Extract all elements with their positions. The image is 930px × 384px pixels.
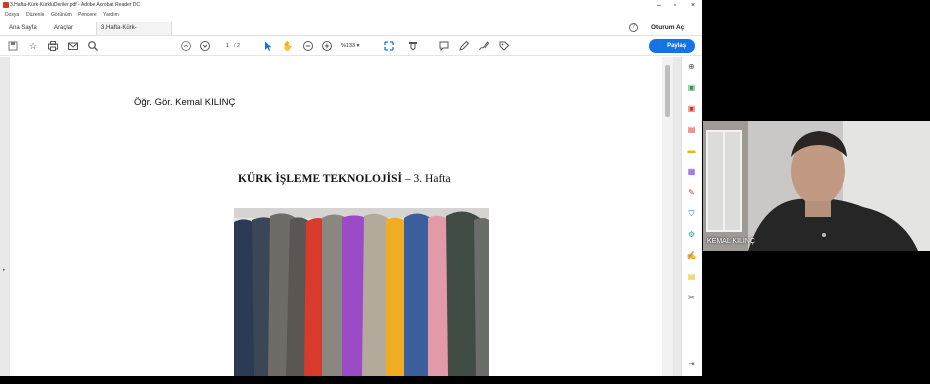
- minimize-button[interactable]: –: [652, 0, 666, 11]
- print-icon[interactable]: [47, 40, 59, 52]
- toolbar: ☆ 1 / 2 ✋ %133 ▾: [0, 36, 702, 56]
- share-user-icon: 👤: [657, 43, 666, 49]
- draw-sign-icon[interactable]: [478, 40, 490, 52]
- menu-bar: Dosya Düzenle Görünüm Pencere Yardım: [0, 11, 702, 20]
- save-icon[interactable]: [7, 40, 19, 52]
- sign-in-link[interactable]: Oturum Aç: [651, 24, 684, 31]
- edit-pdf-icon[interactable]: ▤: [686, 124, 697, 135]
- document-viewer[interactable]: ▸ Öğr. Gör. Kemal KILINÇ KÜRK İŞLEME TEK…: [0, 57, 681, 376]
- previous-page-icon[interactable]: [180, 40, 192, 52]
- next-page-icon[interactable]: [199, 40, 211, 52]
- compress-icon[interactable]: ⚙: [686, 229, 697, 240]
- fill-sign-icon[interactable]: ✎: [686, 187, 697, 198]
- acrobat-app-icon: [3, 2, 9, 8]
- menu-file[interactable]: Dosya: [5, 12, 19, 18]
- search-icon[interactable]: [87, 40, 99, 52]
- window-title: 3.Hafta-Kürk-KürklüDeriler.pdf - Adobe A…: [10, 2, 141, 8]
- comment-panel-icon[interactable]: ▬: [686, 145, 697, 156]
- left-panel-toggle-icon[interactable]: ▸: [3, 267, 6, 273]
- comment-icon[interactable]: [438, 40, 450, 52]
- bookmark-star-icon[interactable]: ☆: [27, 40, 39, 52]
- participant-name-label: KEMAL KILINÇ: [707, 238, 755, 245]
- tab-home[interactable]: Ana Sayfa: [9, 22, 37, 35]
- zoom-level-value: %133: [341, 43, 356, 49]
- create-pdf-icon[interactable]: ▣: [686, 103, 697, 114]
- scrollbar-thumb[interactable]: [665, 65, 670, 117]
- hand-tool-icon[interactable]: ✋: [282, 40, 294, 52]
- webcam-video: [703, 121, 930, 251]
- zoom-panel-icon[interactable]: ⊕: [686, 61, 697, 72]
- menu-view[interactable]: Görünüm: [51, 12, 72, 18]
- zoom-level-select[interactable]: %133 ▾: [341, 41, 359, 51]
- export-pdf-icon[interactable]: ▣: [686, 82, 697, 93]
- menu-edit[interactable]: Düzenle: [26, 12, 44, 18]
- fur-pelts-photo: [234, 208, 489, 376]
- highlight-tool-icon[interactable]: [407, 40, 419, 52]
- email-icon[interactable]: [67, 40, 79, 52]
- document-title: KÜRK İŞLEME TEKNOLOJİSİ – 3. Hafta: [238, 173, 451, 185]
- share-label: Paylaş: [667, 43, 687, 49]
- organize-pages-icon[interactable]: ▦: [686, 166, 697, 177]
- screen: 3.Hafta-Kürk-KürklüDeriler.pdf - Adobe A…: [0, 0, 930, 384]
- author-line: Öğr. Gör. Kemal KILINÇ: [134, 97, 236, 108]
- fit-page-icon[interactable]: [383, 40, 395, 52]
- pdf-page: Öğr. Gör. Kemal KILINÇ KÜRK İŞLEME TEKNO…: [10, 57, 662, 376]
- tab-document[interactable]: 3.Hafta-Kürk-Kürklü...×: [96, 22, 172, 45]
- close-window-button[interactable]: ×: [686, 0, 700, 11]
- acrobat-window: 3.Hafta-Kürk-KürklüDeriler.pdf - Adobe A…: [0, 0, 702, 376]
- vertical-scrollbar[interactable]: [662, 57, 673, 376]
- share-button[interactable]: 👤 Paylaş: [649, 39, 695, 53]
- menu-window[interactable]: Pencere: [78, 12, 97, 18]
- page-number-input[interactable]: 1: [221, 41, 234, 51]
- select-cursor-icon[interactable]: [262, 40, 274, 52]
- request-signature-icon[interactable]: ✍: [686, 250, 697, 261]
- stamp-tag-icon[interactable]: [498, 40, 510, 52]
- document-title-bold: KÜRK İŞLEME TEKNOLOJİSİ: [238, 173, 403, 185]
- tab-bar: Ana Sayfa Araçlar 3.Hafta-Kürk-Kürklü...…: [0, 20, 702, 45]
- zoom-in-icon[interactable]: [321, 40, 333, 52]
- collapse-panel-icon[interactable]: ⇥: [686, 359, 697, 370]
- pen-icon[interactable]: [458, 40, 470, 52]
- menu-help[interactable]: Yardım: [103, 12, 119, 18]
- tab-tools[interactable]: Araçlar: [54, 22, 73, 35]
- title-bar: 3.Hafta-Kürk-KürklüDeriler.pdf - Adobe A…: [0, 0, 702, 11]
- document-title-suffix: – 3. Hafta: [402, 173, 451, 185]
- maximize-button[interactable]: ▫: [668, 0, 682, 11]
- help-icon[interactable]: ?: [629, 23, 638, 32]
- customize-tools-icon[interactable]: ✂: [686, 292, 697, 303]
- zoom-out-icon[interactable]: [302, 40, 314, 52]
- more-tools-icon[interactable]: ▤: [686, 271, 697, 282]
- protect-icon[interactable]: ⛉: [686, 208, 697, 219]
- page-total: / 2: [234, 43, 241, 49]
- right-tools-panel: ⊕ ▣ ▣ ▤ ▬ ▦ ✎ ⛉ ⚙ ✍ ▤ ✂ ⇥: [681, 57, 702, 376]
